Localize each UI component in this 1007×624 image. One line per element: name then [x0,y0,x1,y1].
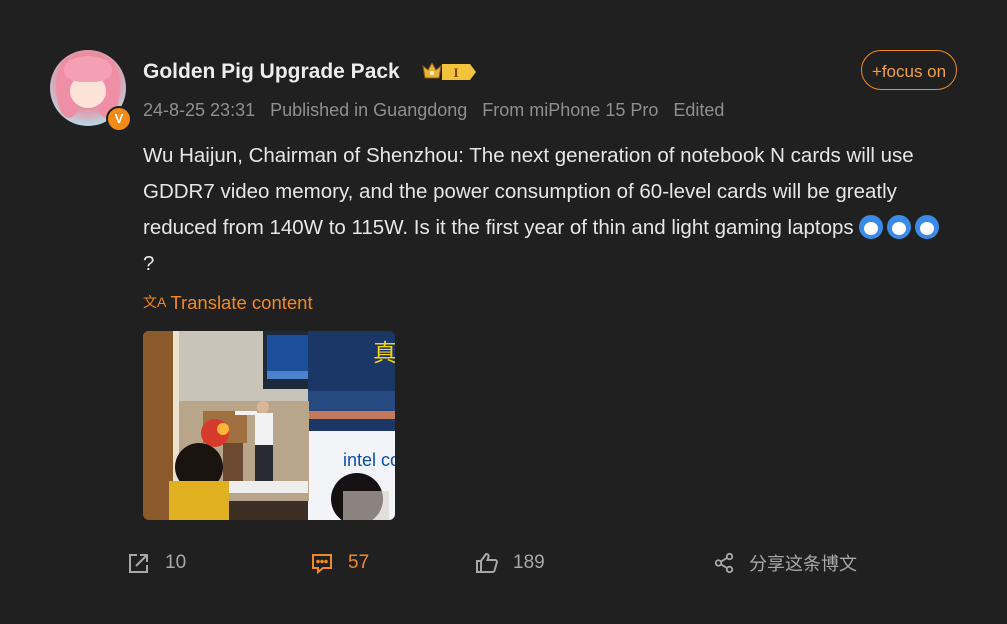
post-text-suffix: ? [143,252,155,275]
share-icon [714,552,734,574]
comment-icon [312,554,332,575]
post-edited[interactable]: Edited [673,100,724,120]
post-text: Wu Haijun, Chairman of Shenzhou: The nex… [143,144,914,239]
post-source: From miPhone 15 Pro [482,100,659,120]
level-badge-icon: I [422,61,476,80]
thumbs-up-icon [476,552,498,573]
banner-text: intel co [343,450,395,470]
translate-icon: 文A [143,294,167,310]
comment-count: 57 [348,552,370,573]
share-button[interactable]: 分享这条博文 [713,545,857,581]
action-bar: 10 57 189 分享这条博文 [0,545,1007,581]
post-location: Published in Guangdong [270,100,468,120]
doraemon-emoji-icon [859,215,884,239]
follow-button[interactable]: +focus on [861,50,957,90]
doraemon-emoji-icon [887,215,912,239]
repost-button[interactable]: 10 [127,545,186,581]
post-content: Wu Haijun, Chairman of Shenzhou: The nex… [143,138,953,282]
repost-icon [129,554,148,573]
banner-glyph: 真 [373,339,395,367]
comment-button[interactable]: 57 [310,545,369,581]
level-badge-text: I [453,65,458,80]
share-label: 分享这条博文 [749,554,857,575]
conference-photo: intel co 真 [143,331,395,520]
translate-label: Translate content [170,292,313,313]
repost-count: 10 [165,552,187,573]
like-count: 189 [513,552,545,573]
like-button[interactable]: 189 [475,545,545,581]
username[interactable]: Golden Pig Upgrade Pack [143,60,400,84]
verified-badge: V [106,106,132,132]
post-meta: 24-8-25 23:31 Published in Guangdong Fro… [143,100,734,121]
doraemon-emoji-icon [915,215,940,239]
post-timestamp[interactable]: 24-8-25 23:31 [143,100,255,120]
post-image[interactable]: intel co 真 [143,331,395,520]
translate-link[interactable]: 文A Translate content [143,292,313,314]
